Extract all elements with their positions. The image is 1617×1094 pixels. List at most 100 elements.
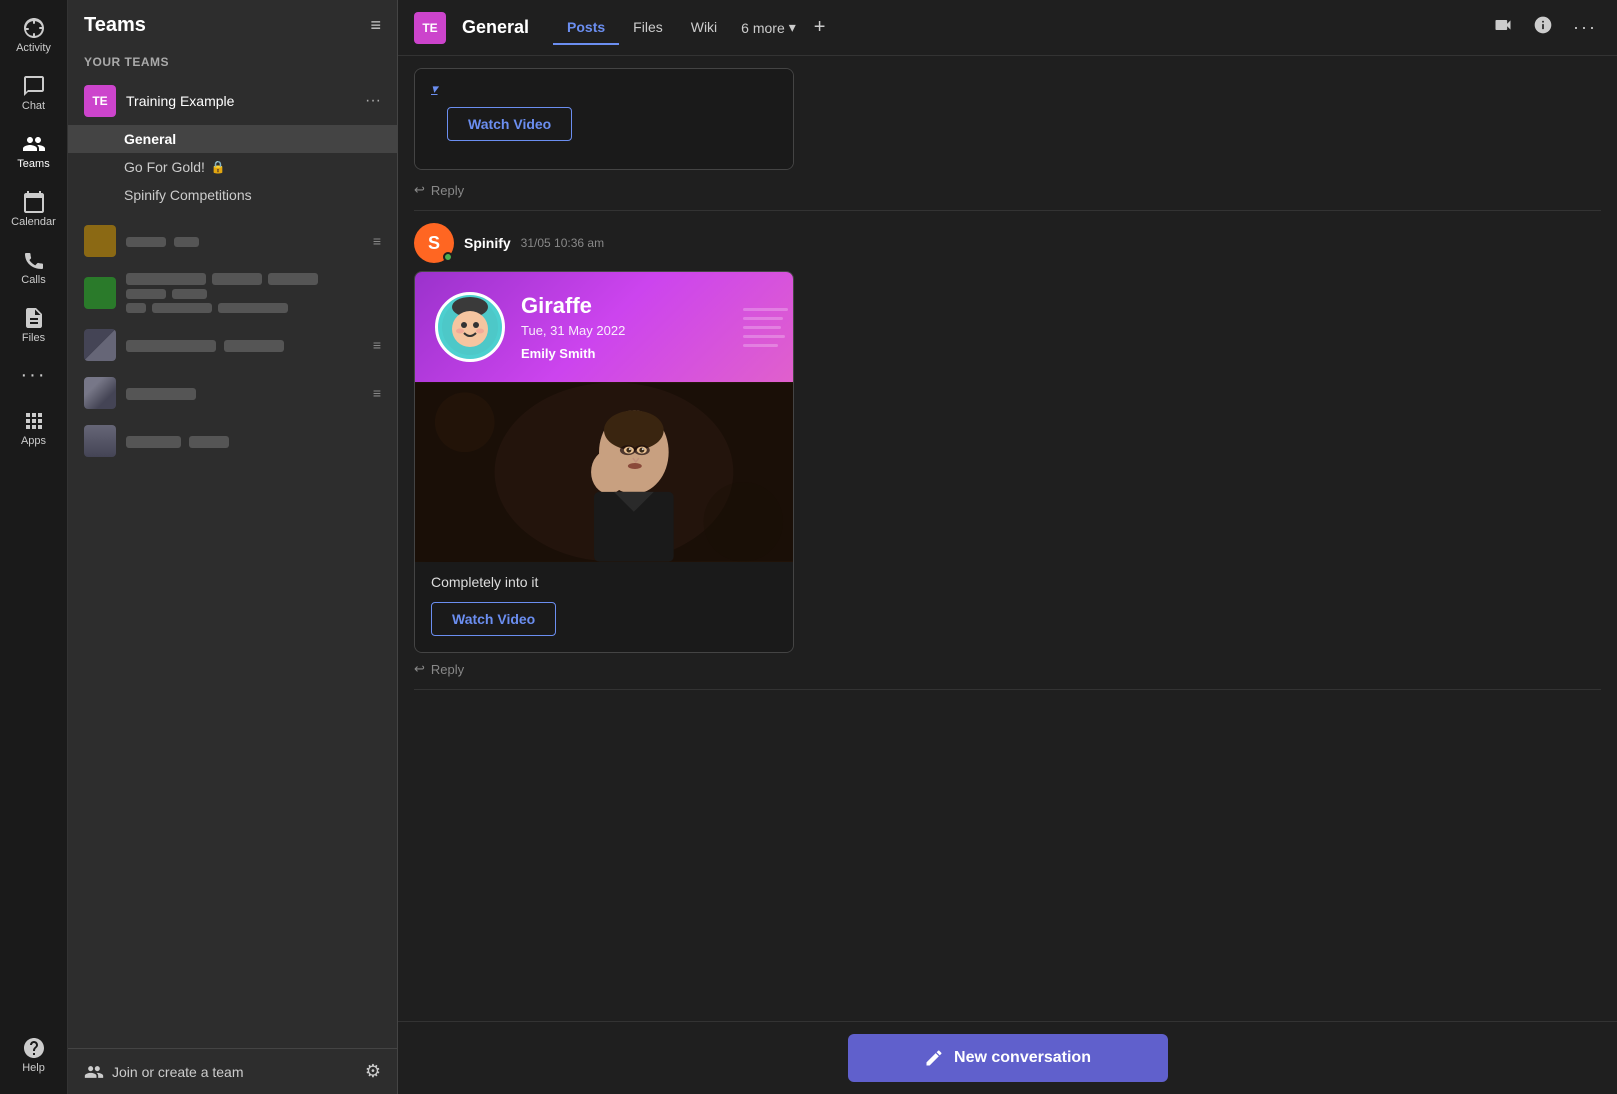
- other-team-more-4: ≡: [373, 385, 381, 401]
- help-label: Help: [22, 1062, 45, 1074]
- activity-label: Activity: [16, 42, 51, 54]
- sidebar-title: Teams: [84, 14, 146, 37]
- channel-name-general: General: [124, 131, 176, 147]
- watch-video-button-main[interactable]: Watch Video: [431, 602, 556, 636]
- tab-more[interactable]: 6 more ▾: [731, 11, 806, 44]
- msg-sender-spinify: Spinify: [464, 235, 511, 251]
- spinify-card-header: Giraffe Tue, 31 May 2022 Emily Smith: [415, 272, 793, 382]
- channel-go-for-gold[interactable]: Go For Gold! 🔒: [68, 153, 397, 181]
- reply-label-spinify: Reply: [431, 662, 464, 677]
- other-team-avatar-4: [84, 377, 116, 409]
- other-team-more-1: ≡: [373, 233, 381, 249]
- other-team-name-4: [126, 386, 363, 401]
- channel-logo: TE: [414, 12, 446, 44]
- other-team-more-3: ≡: [373, 337, 381, 353]
- card-user: Emily Smith: [521, 346, 625, 361]
- card-deco-lines: [743, 272, 793, 382]
- sidebar-item-apps[interactable]: Apps: [0, 401, 67, 455]
- new-conversation-bar: New conversation: [398, 1021, 1617, 1094]
- topbar-actions: ···: [1489, 11, 1601, 44]
- new-conversation-button[interactable]: New conversation: [848, 1034, 1168, 1082]
- msg-content-spinify: Giraffe Tue, 31 May 2022 Emily Smith: [414, 271, 1601, 653]
- channel-name-spinify: Spinify Competitions: [124, 187, 252, 203]
- other-team-1[interactable]: ≡: [68, 217, 397, 265]
- tab-wiki[interactable]: Wiki: [677, 11, 731, 45]
- sidebar-item-help[interactable]: Help: [0, 1028, 67, 1082]
- online-indicator: [443, 252, 453, 262]
- other-teams-list: ≡: [68, 217, 397, 1048]
- chevron-down-icon: ▾: [789, 19, 796, 36]
- sidebar-footer: Join or create a team ⚙: [68, 1048, 397, 1094]
- sidebar-item-activity[interactable]: Activity: [0, 8, 67, 62]
- msg-header-spinify: S Spinify 31/05 10:36 am: [414, 223, 1601, 263]
- other-team-name-5: [126, 434, 381, 449]
- chat-label: Chat: [22, 100, 45, 112]
- sidebar-item-calendar[interactable]: Calendar: [0, 182, 67, 236]
- other-team-name-3: [126, 338, 363, 353]
- channel-title: General: [462, 17, 529, 38]
- giraffe-avatar: [435, 292, 505, 362]
- main-content: TE General Posts Files Wiki 6 more ▾ +: [398, 0, 1617, 1094]
- tab-posts[interactable]: Posts: [553, 11, 619, 45]
- other-team-3[interactable]: ≡: [68, 321, 397, 369]
- team-training-example[interactable]: TE Training Example ···: [68, 77, 397, 125]
- card-info: Giraffe Tue, 31 May 2022 Emily Smith: [521, 293, 625, 361]
- sidebar-item-teams[interactable]: Teams: [0, 124, 67, 178]
- sidebar: Teams ≡ Your teams TE Training Example ·…: [68, 0, 398, 1094]
- channel-spinify[interactable]: Spinify Competitions: [68, 181, 397, 209]
- channel-general[interactable]: General: [68, 125, 397, 153]
- other-team-4[interactable]: ≡: [68, 369, 397, 417]
- topbar: TE General Posts Files Wiki 6 more ▾ +: [398, 0, 1617, 56]
- team-name-te: Training Example: [126, 93, 355, 109]
- video-call-icon[interactable]: [1489, 11, 1517, 44]
- watch-video-button-top[interactable]: Watch Video: [447, 107, 572, 141]
- team-more-icon[interactable]: ···: [365, 92, 381, 110]
- card-caption: Completely into it: [415, 562, 793, 598]
- other-team-avatar-2: [84, 277, 116, 309]
- msg-timestamp-spinify: 31/05 10:36 am: [521, 236, 604, 250]
- sidebar-item-chat[interactable]: Chat: [0, 66, 67, 120]
- channel-name-gfg: Go For Gold!: [124, 159, 205, 175]
- info-icon[interactable]: [1529, 11, 1557, 44]
- message-group-spinify: S Spinify 31/05 10:36 am: [414, 211, 1601, 690]
- other-team-5[interactable]: [68, 417, 397, 465]
- reply-arrow-icon: ↩: [414, 182, 425, 198]
- partial-card: ▾ Watch Video: [414, 68, 794, 170]
- calendar-label: Calendar: [11, 216, 56, 228]
- partial-link[interactable]: ▾: [431, 81, 438, 96]
- sidebar-header: Teams ≡: [68, 0, 397, 51]
- other-team-avatar-5: [84, 425, 116, 457]
- filter-icon[interactable]: ≡: [370, 15, 381, 36]
- other-team-avatar-3: [84, 329, 116, 361]
- topbar-tabs: Posts Files Wiki 6 more ▾ +: [553, 11, 833, 45]
- partial-card-body: ▾ Watch Video: [415, 69, 793, 169]
- files-label: Files: [22, 332, 45, 344]
- card-subtitle: Tue, 31 May 2022: [521, 323, 625, 338]
- team-avatar-te: TE: [84, 85, 116, 117]
- reply-button-top[interactable]: ↩ Reply: [414, 174, 1601, 198]
- lock-icon: 🔒: [211, 160, 226, 174]
- sidebar-item-more[interactable]: ···: [0, 356, 67, 397]
- other-team-avatar-1: [84, 225, 116, 257]
- your-teams-label: Your teams: [68, 51, 397, 77]
- reply-button-spinify[interactable]: ↩ Reply: [414, 653, 1601, 677]
- sidebar-item-calls[interactable]: Calls: [0, 240, 67, 294]
- message-group-partial: ▾ Watch Video ↩ Reply: [414, 56, 1601, 211]
- other-team-2[interactable]: [68, 265, 397, 321]
- join-create-team[interactable]: Join or create a team: [84, 1062, 244, 1082]
- tab-files[interactable]: Files: [619, 11, 677, 45]
- chat-area: ▾ Watch Video ↩ Reply S Spinify 31/05 10…: [398, 56, 1617, 1021]
- settings-icon[interactable]: ⚙: [365, 1061, 381, 1082]
- card-image: [415, 382, 793, 562]
- spinify-avatar: S: [414, 223, 454, 263]
- sidebar-item-files[interactable]: Files: [0, 298, 67, 352]
- more-options-icon[interactable]: ···: [1569, 13, 1601, 42]
- calls-label: Calls: [21, 274, 45, 286]
- icon-bar-bottom: Help: [0, 1028, 67, 1094]
- add-tab-button[interactable]: +: [806, 12, 834, 43]
- other-team-2-content: [126, 273, 381, 313]
- reply-label-top: Reply: [431, 183, 464, 198]
- reply-arrow-icon-2: ↩: [414, 661, 425, 677]
- apps-label: Apps: [21, 435, 46, 447]
- partial-card-top-text: ▾: [431, 73, 777, 97]
